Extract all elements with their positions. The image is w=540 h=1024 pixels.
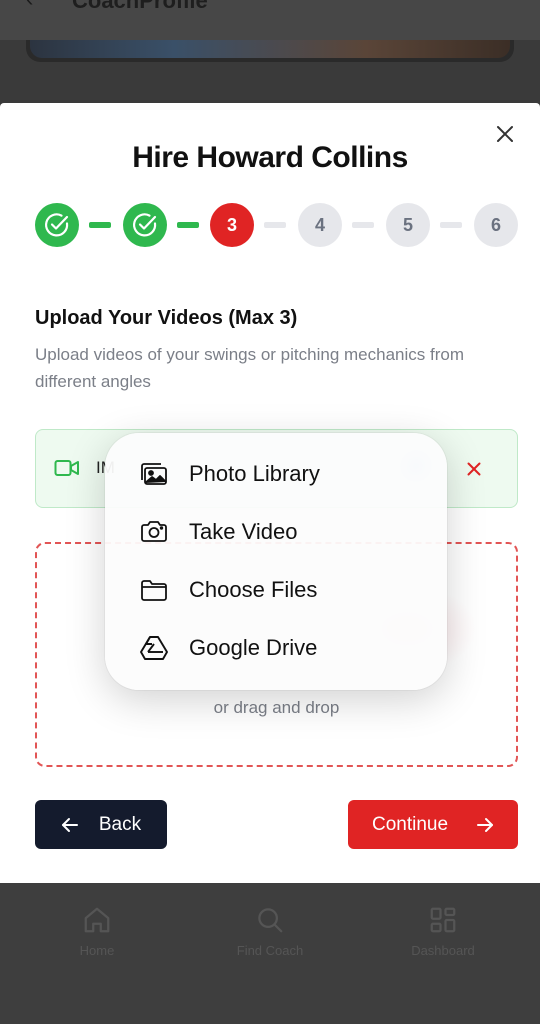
menu-item-label: Choose Files [189, 577, 318, 602]
dashboard-icon [430, 907, 456, 933]
section-title: Upload Your Videos (Max 3) [35, 307, 298, 329]
back-button-label: Back [98, 813, 142, 835]
check-circle-icon [133, 213, 157, 237]
continue-button-label: Continue [371, 813, 449, 835]
nav-item-find-coach[interactable]: Find Coach [210, 905, 330, 958]
menu-item-label: Take Video [189, 519, 298, 544]
home-icon [84, 907, 110, 933]
remove-file-button[interactable] [467, 456, 481, 482]
search-icon [258, 908, 283, 933]
arrow-left-icon [61, 817, 78, 832]
menu-item-google-drive[interactable]: Google Drive [139, 628, 317, 668]
progress-stepper: 3 4 5 6 [35, 203, 519, 247]
modal-title: Hire Howard Collins [132, 141, 408, 174]
section-description: Upload videos of your swings or pitching… [35, 345, 464, 391]
step-connector [264, 222, 286, 228]
step-connector [440, 222, 462, 228]
nav-item-dashboard[interactable]: Dashboard [383, 905, 503, 958]
step-connector [89, 222, 111, 228]
step-connector [352, 222, 374, 228]
background-header: ‹ CoachProfile [0, 0, 540, 40]
step-connector [177, 222, 199, 228]
step-5: 5 [386, 203, 430, 247]
step-4: 4 [298, 203, 342, 247]
menu-item-label: Photo Library [189, 461, 320, 486]
step-2-complete [123, 203, 167, 247]
background-title: CoachProfile [72, 0, 208, 13]
menu-item-take-video[interactable]: Take Video [139, 512, 297, 552]
dropzone-hint: or drag and drop [213, 698, 340, 717]
menu-item-photo-library[interactable]: Photo Library [139, 454, 320, 494]
arrow-right-icon [477, 817, 494, 832]
continue-button[interactable]: Continue [348, 800, 518, 849]
camera-icon [141, 521, 167, 542]
video-icon [54, 460, 79, 476]
back-button[interactable]: Back [35, 800, 167, 849]
menu-item-label: Google Drive [189, 635, 318, 660]
step-1-complete [35, 203, 79, 247]
step-6: 6 [474, 203, 518, 247]
back-arrow-icon[interactable]: ‹ [26, 0, 33, 12]
upload-source-menu: Photo Library Take Video Choose Files Go… [105, 433, 447, 690]
google-drive-icon [140, 636, 168, 660]
coach-photo-card [26, 40, 514, 62]
nav-item-home[interactable]: Home [37, 905, 157, 958]
folder-icon [141, 580, 167, 601]
check-circle-icon [45, 213, 69, 237]
photo-library-icon [141, 463, 167, 485]
close-icon [467, 462, 481, 476]
menu-item-choose-files[interactable]: Choose Files [139, 570, 317, 610]
step-3-current: 3 [210, 203, 254, 247]
